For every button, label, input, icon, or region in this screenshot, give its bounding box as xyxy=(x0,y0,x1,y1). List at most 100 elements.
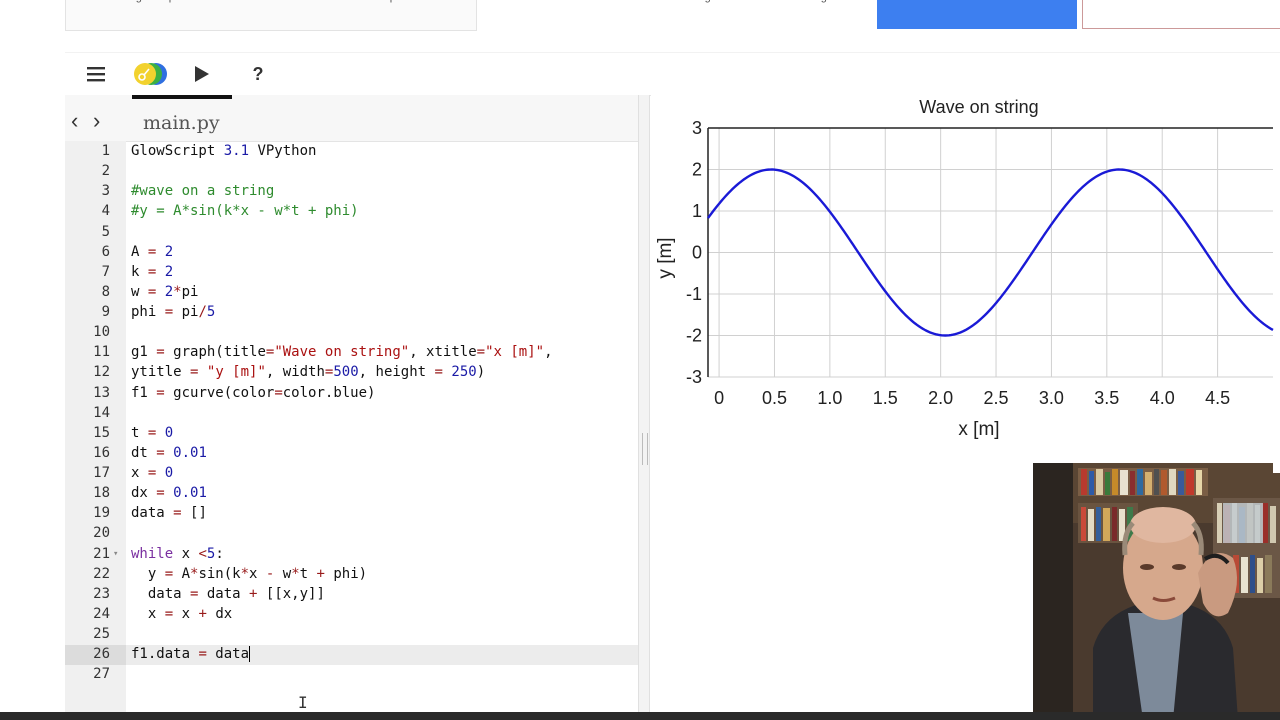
code-line[interactable]: 20 xyxy=(65,523,638,543)
code-token: A xyxy=(131,243,148,260)
code-text: x = 0 xyxy=(131,463,173,483)
code-token: 3.1 xyxy=(223,143,250,159)
drag-handle-icon[interactable] xyxy=(642,433,648,465)
bookmark-item[interactable]: Server xyxy=(555,0,587,3)
code-line[interactable]: 16 dt = 0.01 xyxy=(65,443,638,463)
code-token: sin(k xyxy=(198,565,241,582)
bookmark-item[interactable]: Delicious xyxy=(488,0,533,3)
code-line[interactable]: 17 x = 0 xyxy=(65,463,638,483)
graph-panel: 0 0.5 1.0 1.5 2.0 2.5 3.0 3.5 4.0 4.5 3 2 1 0 -1 -2 -3 Wa… xyxy=(651,95,1280,441)
code-line[interactable]: 25 xyxy=(65,624,638,644)
bookmark-item[interactable]: Evernote xyxy=(609,0,653,3)
code-text: dt = 0.01 xyxy=(131,443,207,463)
code-token: color.blue) xyxy=(282,384,376,401)
x-tick-label: 4.0 xyxy=(1150,388,1175,408)
code-line[interactable]: 13 f1 = gcurve(color=color.blue) xyxy=(65,383,638,403)
fold-arrow-icon[interactable]: ▾ xyxy=(113,544,118,564)
code-token: * xyxy=(291,565,300,582)
bottom-dark-strip xyxy=(0,712,1280,720)
code-line[interactable]: 3 #wave on a string xyxy=(65,181,638,201)
blue-button-edge[interactable] xyxy=(877,0,1077,29)
code-line[interactable]: 4 #y = A*sin(k*x - w*t + phi) xyxy=(65,201,638,221)
code-token: [[x,y]] xyxy=(257,585,325,602)
code-line[interactable]: 12 ytitle = "y [m]", width=500, height = … xyxy=(65,362,638,382)
code-line[interactable]: 26 f1.data = data xyxy=(65,644,638,664)
code-token: phi) xyxy=(324,565,368,582)
code-text: data = [] xyxy=(131,503,207,523)
code-line[interactable]: 8 w = 2*pi xyxy=(65,282,638,302)
code-line[interactable]: 21 ▾ while x <5: xyxy=(65,544,638,564)
code-line[interactable]: 22 y = A*sin(k*x - w*t + phi) xyxy=(65,564,638,584)
bookmark-item[interactable]: Getting Started xyxy=(675,0,749,3)
code-line[interactable]: 24 x = x + dx xyxy=(65,604,638,624)
bookmark-item[interactable]: Google Maps xyxy=(115,0,180,3)
code-token: , width xyxy=(265,364,325,381)
bookmark-item[interactable]: Wikipedia xyxy=(369,0,417,3)
code-token: f1 xyxy=(131,384,157,401)
code-text: k = 2 xyxy=(131,262,173,282)
chevron-left-icon[interactable]: ‹ xyxy=(71,108,78,134)
file-tab-label: main.py xyxy=(143,112,220,134)
code-token: "y [m]" xyxy=(206,364,266,381)
run-button[interactable] xyxy=(191,53,213,95)
search-box-edge[interactable] xyxy=(1082,0,1280,29)
glowscript-logo[interactable] xyxy=(130,53,170,95)
code-editor[interactable]: ‹ › main.py 1 GlowScript 3.1 VPython 2 3 #wa… xyxy=(65,95,638,712)
code-text: x = x + dx xyxy=(131,604,232,624)
code-text: GlowScript 3.1 VPython xyxy=(131,141,316,161)
code-text: f1.data = data xyxy=(131,644,251,664)
line-number: 19 xyxy=(93,505,110,522)
chevron-right-icon[interactable]: › xyxy=(93,108,100,134)
code-lines[interactable]: 1 GlowScript 3.1 VPython 2 3 #wave on a stri… xyxy=(65,141,638,684)
code-token: = xyxy=(156,384,165,401)
pane-divider[interactable] xyxy=(638,95,650,712)
code-line[interactable]: 14 xyxy=(65,403,638,423)
y-tick-label: 1 xyxy=(692,201,702,221)
code-line[interactable]: 9 phi = pi/5 xyxy=(65,302,638,322)
line-number: 2 xyxy=(101,163,110,180)
line-number: 6 xyxy=(101,243,110,260)
bookmark-item[interactable]: YouTube xyxy=(304,0,347,3)
line-number: 12 xyxy=(93,364,110,381)
code-line[interactable]: 6 A = 2 xyxy=(65,242,638,262)
code-token: = xyxy=(164,605,174,622)
code-token: = xyxy=(476,344,486,361)
address-bar-edge[interactable] xyxy=(65,0,477,31)
code-line[interactable]: 5 xyxy=(65,222,638,242)
code-token: 2 xyxy=(164,263,174,280)
menu-button[interactable] xyxy=(83,53,109,95)
code-token: data xyxy=(198,585,250,602)
code-token: f1.data xyxy=(131,646,199,663)
x-tick-label: 2.0 xyxy=(928,388,953,408)
code-line[interactable]: 23 data = data + [[x,y]] xyxy=(65,584,638,604)
x-tick-label: 4.5 xyxy=(1205,388,1230,408)
y-axis-label: y [m] xyxy=(655,237,676,278)
help-button[interactable]: ? xyxy=(249,53,267,95)
code-token: ytitle xyxy=(131,364,191,381)
file-tab[interactable]: main.py xyxy=(132,95,232,141)
code-line[interactable]: 2 xyxy=(65,161,638,181)
code-token: < xyxy=(198,545,207,562)
code-text: #wave on a string xyxy=(131,181,274,201)
code-token: + xyxy=(316,565,325,582)
bookmark-item[interactable]: News xyxy=(439,0,467,3)
code-line[interactable]: 15 t = 0 xyxy=(65,423,638,443)
bookmark-item[interactable]: Yahoo! xyxy=(248,0,282,3)
line-number: 26 xyxy=(93,646,110,663)
code-token: / xyxy=(198,304,207,320)
code-line[interactable]: 7 k = 2 xyxy=(65,262,638,282)
bookmark-item[interactable]: From Google Chrome xyxy=(771,0,877,3)
code-line[interactable]: 27 xyxy=(65,664,638,684)
code-line[interactable]: 11 g1 = graph(title="Wave on string", xti… xyxy=(65,342,638,362)
code-token: + xyxy=(198,605,207,622)
code-line[interactable]: 1 GlowScript 3.1 VPython xyxy=(65,141,638,161)
code-token: g1 xyxy=(131,344,157,361)
bookmark-item[interactable]: Start xyxy=(202,0,225,3)
code-line[interactable]: 10 xyxy=(65,322,638,342)
code-token: * xyxy=(173,283,182,300)
code-token: w xyxy=(274,565,292,582)
code-line[interactable]: 19 data = [] xyxy=(65,503,638,523)
code-line[interactable]: 18 dx = 0.01 xyxy=(65,483,638,503)
